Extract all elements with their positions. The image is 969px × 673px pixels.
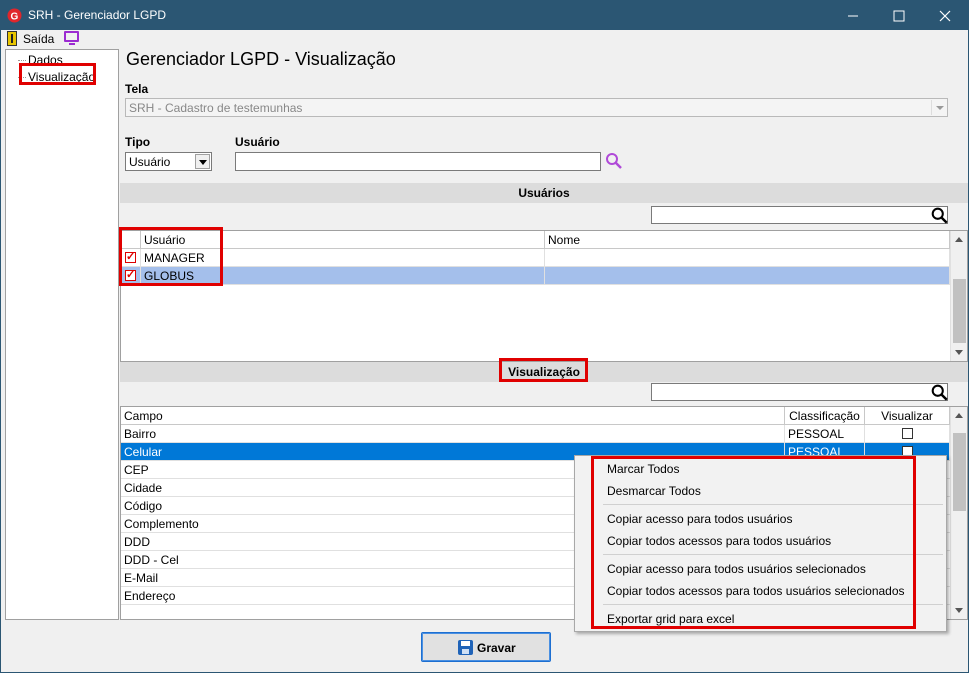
tipo-select[interactable]: Usuário [125,152,212,171]
save-button-label: Gravar [477,641,516,655]
menu-separator [603,604,943,605]
column-header-nome[interactable]: Nome [545,231,950,249]
menu-item-copiar-todos-acessos-todos[interactable]: Copiar todos acessos para todos usuários [607,534,831,548]
menu-bar: Saída [1,30,968,48]
minimize-button[interactable] [830,1,876,30]
svg-text:G: G [11,12,19,23]
exit-menu-item[interactable]: Saída [23,32,54,46]
tipo-label: Tipo [125,135,151,149]
save-button[interactable]: Gravar [421,632,551,662]
users-grid: Usuário Nome MANAGER GLOBUS [120,230,968,362]
column-header-check [121,231,141,249]
title-bar: G SRH - Gerenciador LGPD [1,1,968,30]
tree-item-visualizacao[interactable]: Visualização [28,70,95,84]
cell-visualizar [865,425,950,443]
menu-item-copiar-acesso-todos[interactable]: Copiar acesso para todos usuários [607,512,792,526]
menu-item-marcar-todos[interactable]: Marcar Todos [607,462,679,476]
fields-grid-scrollbar[interactable] [950,407,967,619]
tree-item-dados[interactable]: Dados [28,53,63,67]
row-check-cell [121,267,141,285]
visual-section-header: Visualização [120,362,968,382]
tipo-select-value: Usuário [129,155,171,169]
window-title: SRH - Gerenciador LGPD [28,8,167,22]
maximize-icon [893,10,905,22]
users-section-title: Usuários [518,186,570,200]
search-icon[interactable] [931,384,949,402]
usuario-input[interactable] [235,152,601,171]
table-row[interactable]: Bairro PESSOAL [121,425,950,443]
tela-select-value: SRH - Cadastro de testemunhas [129,101,303,115]
usuario-label: Usuário [235,135,280,149]
scroll-up-icon[interactable] [951,407,968,424]
column-header-visualizar[interactable]: Visualizar [865,407,950,425]
cell-classificacao: PESSOAL [785,425,865,443]
users-section-header: Usuários [120,183,968,203]
column-header-campo[interactable]: Campo [121,407,785,425]
users-grid-scrollbar[interactable] [950,231,967,361]
fields-filter-input[interactable] [651,383,948,401]
visual-section-title: Visualização [508,365,580,379]
search-icon[interactable] [605,152,623,170]
maximize-button[interactable] [876,1,922,30]
minimize-icon [848,15,858,17]
cell-campo: Bairro [121,425,785,443]
tree-connector [18,60,26,61]
visualizar-checkbox[interactable] [902,428,913,439]
table-row[interactable]: MANAGER [121,249,950,267]
scroll-down-icon[interactable] [951,602,968,619]
menu-item-copiar-todos-acessos-selecionados[interactable]: Copiar todos acessos para todos usuários… [607,584,905,598]
cell-usuario: MANAGER [141,249,545,267]
tela-select[interactable]: SRH - Cadastro de testemunhas [125,98,948,117]
menu-item-desmarcar-todos[interactable]: Desmarcar Todos [607,484,701,498]
scroll-thumb[interactable] [953,433,966,511]
chevron-down-icon[interactable] [931,100,946,115]
scroll-thumb[interactable] [953,279,966,343]
save-disk-icon [458,640,473,655]
menu-item-exportar-excel[interactable]: Exportar grid para excel [607,612,734,626]
app-logo-icon: G [7,8,22,23]
scroll-down-icon[interactable] [951,344,968,361]
table-row-selected[interactable]: GLOBUS [121,267,950,285]
monitor-icon[interactable] [64,31,79,45]
row-checkbox[interactable] [125,250,136,263]
users-filter-input[interactable] [651,206,948,224]
close-icon [939,10,951,22]
scroll-up-icon[interactable] [951,231,968,248]
page-title: Gerenciador LGPD - Visualização [126,49,396,69]
row-check-cell [121,249,141,267]
close-button[interactable] [922,1,968,30]
tree-connector [18,77,26,78]
cell-nome [545,249,950,267]
column-header-classificacao[interactable]: Classificação [785,407,865,425]
navigation-tree: Dados Visualização [5,49,119,620]
column-header-usuario[interactable]: Usuário [141,231,545,249]
users-grid-header: Usuário Nome [121,231,950,249]
cell-nome [545,267,950,285]
tela-label: Tela [125,82,149,96]
app-window: G SRH - Gerenciador LGPD Saída Dados Vis… [0,0,969,673]
exit-door-icon[interactable] [7,31,17,46]
menu-separator [603,504,943,505]
row-checkbox[interactable] [125,268,136,281]
menu-separator [603,554,943,555]
fields-grid-header: Campo Classificação Visualizar [121,407,950,425]
context-menu: Marcar Todos Desmarcar Todos Copiar aces… [574,455,947,632]
cell-usuario: GLOBUS [141,267,545,285]
chevron-down-icon[interactable] [195,154,210,169]
menu-item-copiar-acesso-selecionados[interactable]: Copiar acesso para todos usuários seleci… [607,562,866,576]
search-icon[interactable] [931,207,949,225]
